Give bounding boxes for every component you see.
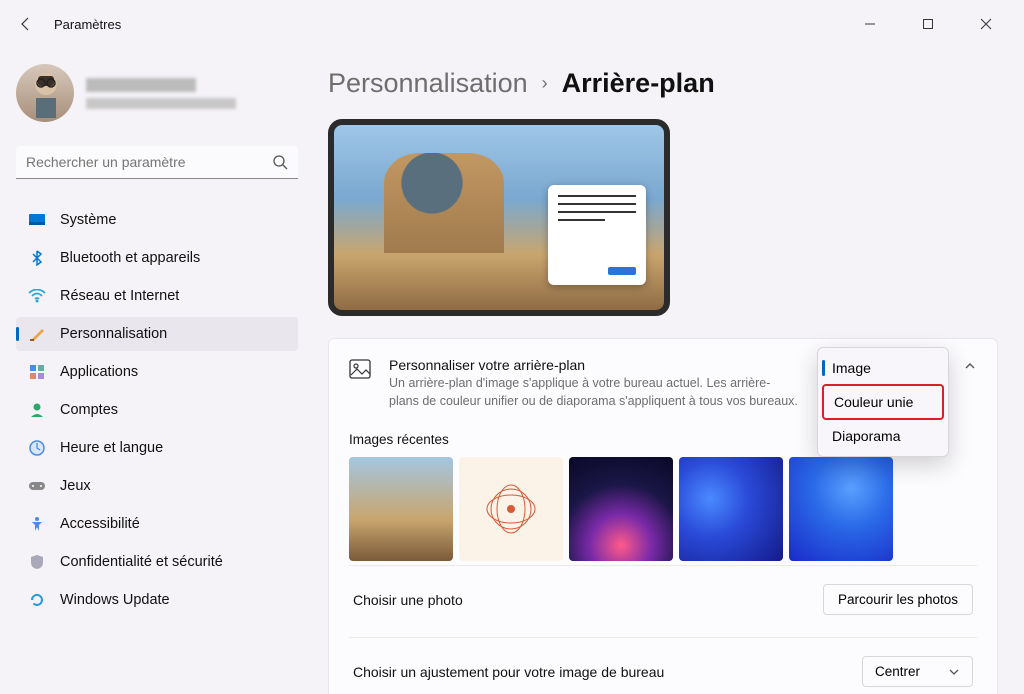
shield-icon [28, 553, 46, 571]
title-bar: Paramètres [0, 0, 1024, 48]
search-box[interactable] [16, 146, 298, 179]
search-input[interactable] [26, 154, 272, 170]
wifi-icon [28, 287, 46, 305]
nav-network[interactable]: Réseau et Internet [16, 279, 298, 313]
sidebar: Système Bluetooth et appareils Réseau et… [0, 48, 308, 694]
nav-label: Applications [60, 364, 138, 380]
window-title: Paramètres [54, 17, 121, 32]
recent-image-thumb[interactable] [459, 457, 563, 561]
main-content: Personnalisation › Arrière-plan Personna… [308, 48, 1024, 694]
dropdown-option-image[interactable]: Image [822, 352, 944, 384]
nav-label: Jeux [60, 478, 91, 494]
nav-bluetooth[interactable]: Bluetooth et appareils [16, 241, 298, 275]
maximize-button[interactable] [908, 8, 948, 40]
avatar [16, 64, 74, 122]
nav-label: Comptes [60, 402, 118, 418]
choose-photo-label: Choisir une photo [353, 592, 463, 608]
fit-value: Centrer [875, 664, 920, 679]
minimize-button[interactable] [850, 8, 890, 40]
recent-image-thumb[interactable] [679, 457, 783, 561]
close-button[interactable] [966, 8, 1006, 40]
recent-image-thumb[interactable] [789, 457, 893, 561]
nav-label: Personnalisation [60, 326, 167, 342]
nav-label: Bluetooth et appareils [60, 250, 200, 266]
recent-image-thumb[interactable] [349, 457, 453, 561]
preview-window-mock [548, 185, 646, 285]
nav-time-lang[interactable]: Heure et langue [16, 431, 298, 465]
nav-label: Confidentialité et sécurité [60, 554, 223, 570]
nav-apps[interactable]: Applications [16, 355, 298, 389]
search-icon [272, 154, 288, 170]
gamepad-icon [28, 477, 46, 495]
nav-label: Heure et langue [60, 440, 163, 456]
nav-gaming[interactable]: Jeux [16, 469, 298, 503]
paint-icon [28, 325, 46, 343]
update-icon [28, 591, 46, 609]
nav-personalization[interactable]: Personnalisation [16, 317, 298, 351]
dropdown-option-slideshow[interactable]: Diaporama [822, 420, 944, 452]
page-title: Arrière-plan [562, 68, 715, 99]
recent-images-list [349, 457, 977, 561]
card-title: Personnaliser votre arrière-plan [389, 357, 799, 373]
chevron-right-icon: › [542, 73, 548, 94]
breadcrumb: Personnalisation › Arrière-plan [328, 68, 998, 99]
nav-label: Accessibilité [60, 516, 140, 532]
accessibility-icon [28, 515, 46, 533]
choose-fit-label: Choisir un ajustement pour votre image d… [353, 664, 664, 680]
nav-accounts[interactable]: Comptes [16, 393, 298, 427]
card-description: Un arrière-plan d'image s'applique à vot… [389, 375, 799, 410]
nav-label: Windows Update [60, 592, 170, 608]
chevron-down-icon [948, 666, 960, 678]
nav-system[interactable]: Système [16, 203, 298, 237]
background-type-dropdown[interactable]: Image Couleur unie Diaporama [817, 347, 949, 457]
user-info [86, 78, 236, 109]
desktop-preview [328, 119, 670, 316]
nav-windows-update[interactable]: Windows Update [16, 583, 298, 617]
bluetooth-icon [28, 249, 46, 267]
apps-icon [28, 363, 46, 381]
recent-image-thumb[interactable] [569, 457, 673, 561]
nav-accessibility[interactable]: Accessibilité [16, 507, 298, 541]
clock-globe-icon [28, 439, 46, 457]
nav-label: Système [60, 212, 116, 228]
user-profile[interactable] [16, 60, 298, 126]
nav-label: Réseau et Internet [60, 288, 179, 304]
display-icon [28, 211, 46, 229]
picture-icon [349, 359, 371, 384]
back-button[interactable] [10, 8, 42, 40]
nav-list: Système Bluetooth et appareils Réseau et… [16, 203, 298, 617]
browse-photos-button[interactable]: Parcourir les photos [823, 584, 973, 615]
personalize-background-card: Personnaliser votre arrière-plan Un arri… [328, 338, 998, 694]
breadcrumb-parent[interactable]: Personnalisation [328, 68, 528, 99]
expand-chevron[interactable] [963, 359, 977, 378]
nav-privacy[interactable]: Confidentialité et sécurité [16, 545, 298, 579]
dropdown-option-solid-color[interactable]: Couleur unie [822, 384, 944, 420]
person-icon [28, 401, 46, 419]
fit-select[interactable]: Centrer [862, 656, 973, 687]
